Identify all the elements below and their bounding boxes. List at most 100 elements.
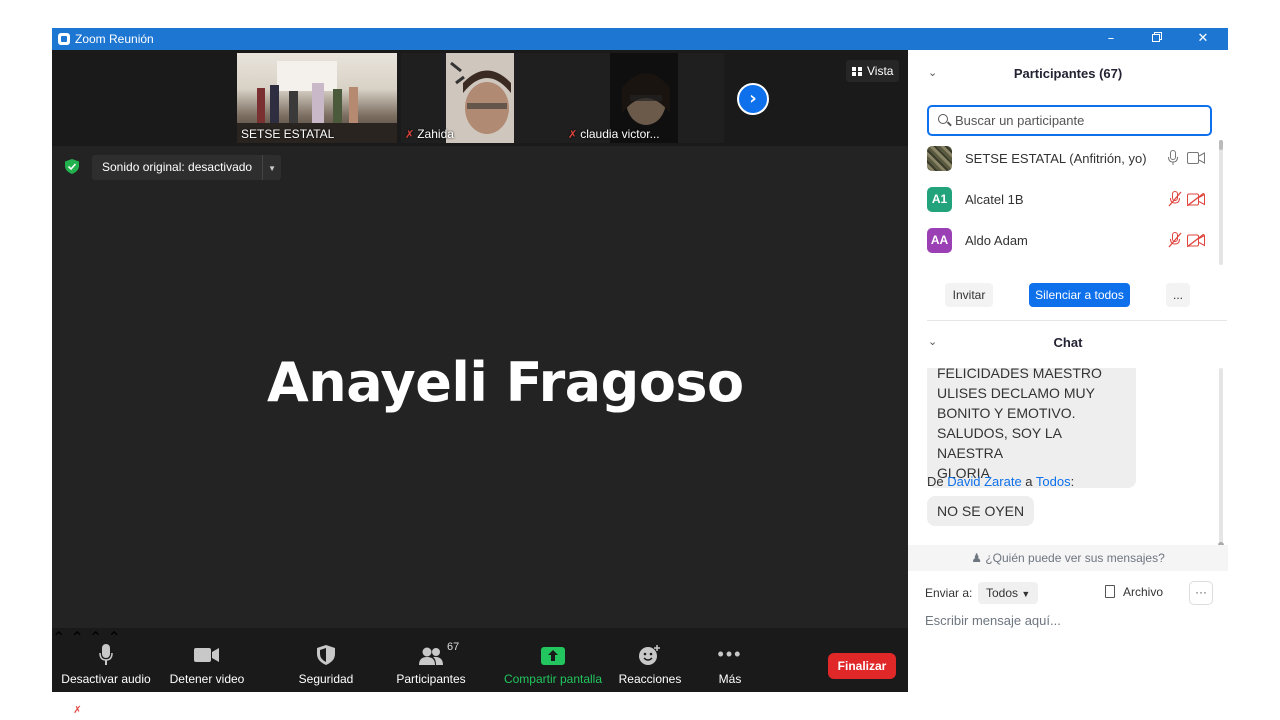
chat-more-button[interactable]: ···: [1189, 581, 1213, 605]
thumbnail-claudia[interactable]: ✗ claudia victor...: [564, 53, 724, 143]
share-screen-button[interactable]: Compartir pantalla: [500, 628, 606, 692]
audio-button[interactable]: Desactivar audio: [60, 628, 152, 692]
chat-message-line: ULISES DECLAMO MUY: [937, 385, 1095, 401]
original-sound-label: Sonido original: desactivado: [92, 155, 264, 180]
search-placeholder: Buscar un participante: [955, 113, 1085, 128]
muted-mic-icon: ✗: [73, 705, 82, 716]
chat-message-line: BONITO Y EMOTIVO.: [937, 405, 1076, 421]
share-screen-icon: [541, 647, 565, 665]
reactions-button[interactable]: Reacciones: [616, 628, 684, 692]
participants-label: Participantes: [396, 672, 466, 686]
thumbnail-strip: SETSE ESTATAL ✗ Zahida ✗ claudia victor.…: [52, 50, 908, 146]
who-can-see-link[interactable]: ♟ ¿Quién puede ver sus mensajes?: [908, 545, 1228, 571]
muted-mic-icon: ✗: [405, 129, 415, 141]
grid-icon: [852, 67, 862, 76]
participants-header: ⌄ Participantes (67): [908, 66, 1228, 81]
participants-title: Participantes (67): [1013, 66, 1123, 81]
chat-message-header: De David Zarate a Todos:: [927, 474, 1075, 489]
next-page-button[interactable]: ›: [737, 83, 769, 115]
chat-scrollbar[interactable]: [1218, 368, 1224, 548]
encryption-shield-icon[interactable]: [65, 159, 79, 174]
security-shield-icon: [317, 645, 335, 665]
title-bar: Zoom Reunión – ✕: [52, 28, 1228, 50]
more-dots-icon: •••: [717, 644, 743, 664]
thumbnail-name: SETSE ESTATAL: [241, 127, 335, 141]
file-button[interactable]: Archivo: [1105, 585, 1163, 599]
participants-scrollbar[interactable]: [1219, 140, 1223, 265]
participant-name: Alcatel 1B: [965, 192, 1024, 207]
recipient-link[interactable]: Todos: [1036, 474, 1071, 489]
close-button[interactable]: ✕: [1180, 28, 1226, 50]
microphone-icon: [99, 644, 113, 665]
security-label: Seguridad: [298, 672, 354, 686]
meeting-toolbar: Desactivar audio ⌃ Detener video ⌃ Segur…: [52, 628, 908, 692]
participant-count-badge: 67: [447, 641, 460, 653]
restore-icon: [1152, 32, 1162, 42]
participant-row[interactable]: A1 Alcatel 1B: [927, 187, 1217, 213]
video-button[interactable]: Detener video: [164, 628, 250, 692]
chat-title: Chat: [1053, 335, 1083, 350]
zoom-window: Zoom Reunión – ✕ SETSE ESTATAL ✗ Zahida …: [52, 28, 1228, 716]
participant-row[interactable]: AA Aldo Adam: [927, 228, 1217, 254]
share-screen-label: Compartir pantalla: [503, 672, 603, 686]
more-button[interactable]: ••• Más: [704, 628, 756, 692]
side-panel: ⌄ Participantes (67) Buscar un participa…: [908, 50, 1228, 692]
video-camera-icon[interactable]: [1187, 152, 1205, 164]
audio-label: Desactivar audio: [61, 672, 151, 686]
security-button[interactable]: Seguridad: [292, 628, 360, 692]
connection-status: ✗: [55, 705, 82, 716]
thumbnail-zahida[interactable]: ✗ Zahida: [401, 53, 564, 143]
meeting-area: SETSE ESTATAL ✗ Zahida ✗ claudia victor.…: [52, 50, 908, 716]
collapse-chevron-icon[interactable]: ⌄: [928, 66, 937, 79]
participant-row[interactable]: SETSE ESTATAL (Anfitrión, yo): [927, 146, 1217, 172]
sender-link[interactable]: David Zarate: [947, 474, 1021, 489]
avatar: AA: [927, 228, 952, 253]
invite-button[interactable]: Invitar: [945, 283, 993, 307]
end-meeting-button[interactable]: Finalizar: [828, 653, 896, 679]
video-off-icon[interactable]: [1187, 193, 1205, 206]
zoom-logo-icon: [58, 33, 70, 45]
participants-button[interactable]: 67 Participantes: [390, 628, 472, 692]
more-label: Más: [718, 672, 742, 686]
send-to-dropdown[interactable]: Todos ▼: [978, 582, 1039, 604]
muted-mic-icon: ✗: [568, 129, 578, 141]
thumbnail-name: ✗ Zahida: [405, 127, 454, 141]
video-off-icon[interactable]: [1187, 234, 1205, 247]
thumbnail-setse-estatal[interactable]: SETSE ESTATAL: [237, 53, 397, 143]
chat-message-line: FELICIDADES MAESTRO: [937, 368, 1102, 381]
chat-message-line: SALUDOS, SOY LA NAESTRA: [937, 425, 1062, 461]
microphone-icon[interactable]: [1168, 150, 1178, 166]
video-label: Detener video: [169, 672, 245, 686]
video-camera-icon: [194, 648, 219, 662]
reactions-label: Reacciones: [618, 672, 682, 686]
participant-name: Aldo Adam: [965, 233, 1028, 248]
participant-name: SETSE ESTATAL (Anfitrión, yo): [965, 151, 1147, 166]
participant-search-input[interactable]: Buscar un participante: [927, 105, 1212, 136]
send-to-label: Enviar a:: [925, 586, 973, 600]
chat-messages: FELICIDADES MAESTRO ULISES DECLAMO MUY B…: [908, 368, 1228, 568]
view-button[interactable]: Vista: [846, 60, 900, 82]
avatar: A1: [927, 187, 952, 212]
chat-message-input[interactable]: Escribir mensaje aquí...: [925, 613, 1061, 628]
file-icon: [1105, 585, 1115, 598]
window-title: Zoom Reunión: [75, 32, 154, 46]
muted-microphone-icon[interactable]: [1168, 232, 1182, 248]
muted-microphone-icon[interactable]: [1168, 191, 1182, 207]
original-sound-dropdown[interactable]: Sonido original: desactivado ▼: [92, 155, 282, 180]
chat-message-bubble: FELICIDADES MAESTRO ULISES DECLAMO MUY B…: [927, 368, 1136, 488]
panel-divider: [927, 320, 1227, 321]
chevron-down-icon: ▼: [1021, 589, 1031, 599]
mute-all-button[interactable]: Silenciar a todos: [1029, 283, 1130, 307]
minimize-button[interactable]: –: [1088, 28, 1134, 50]
search-icon: [938, 114, 948, 124]
send-options-row: Enviar a: Todos ▼ Archivo ···: [925, 580, 1215, 606]
participants-icon: [419, 647, 443, 665]
restore-button[interactable]: [1134, 28, 1180, 50]
signal-bars-icon: [55, 705, 67, 716]
chevron-down-icon: ▼: [268, 164, 277, 173]
collapse-chevron-icon[interactable]: ⌄: [928, 335, 937, 348]
active-speaker-view: Sonido original: desactivado ▼ Anayeli Fr…: [52, 146, 908, 716]
participants-more-button[interactable]: ...: [1166, 283, 1190, 307]
person-eye-icon: ♟: [971, 551, 982, 565]
speaker-name: Anayeli Fragoso: [267, 351, 744, 414]
